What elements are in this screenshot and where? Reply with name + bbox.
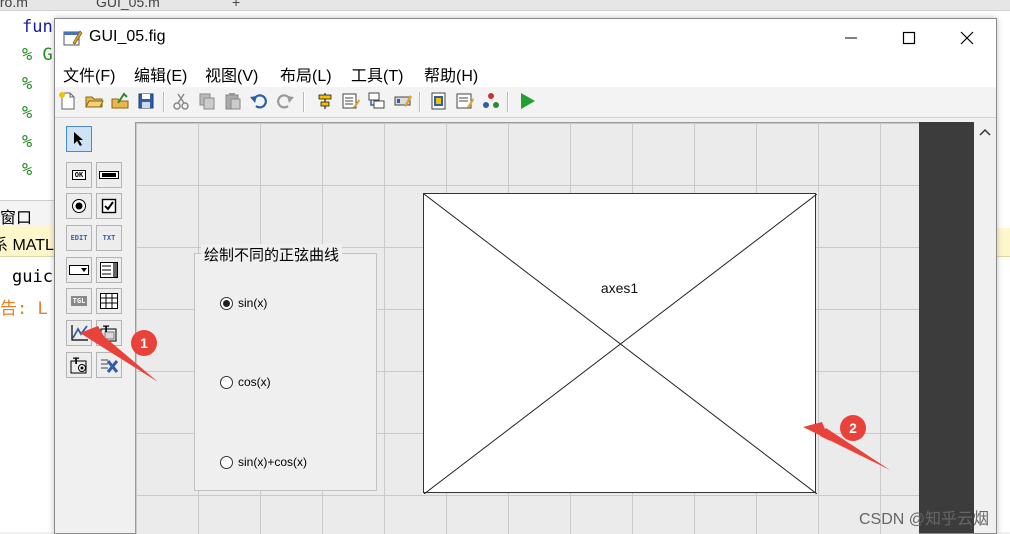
annotation-badge-1: 1 <box>131 330 157 356</box>
watermark: CSDN @知乎云烟 <box>859 511 990 528</box>
annotation-overlay <box>80 326 890 470</box>
annotation-badge-2: 2 <box>840 415 866 441</box>
